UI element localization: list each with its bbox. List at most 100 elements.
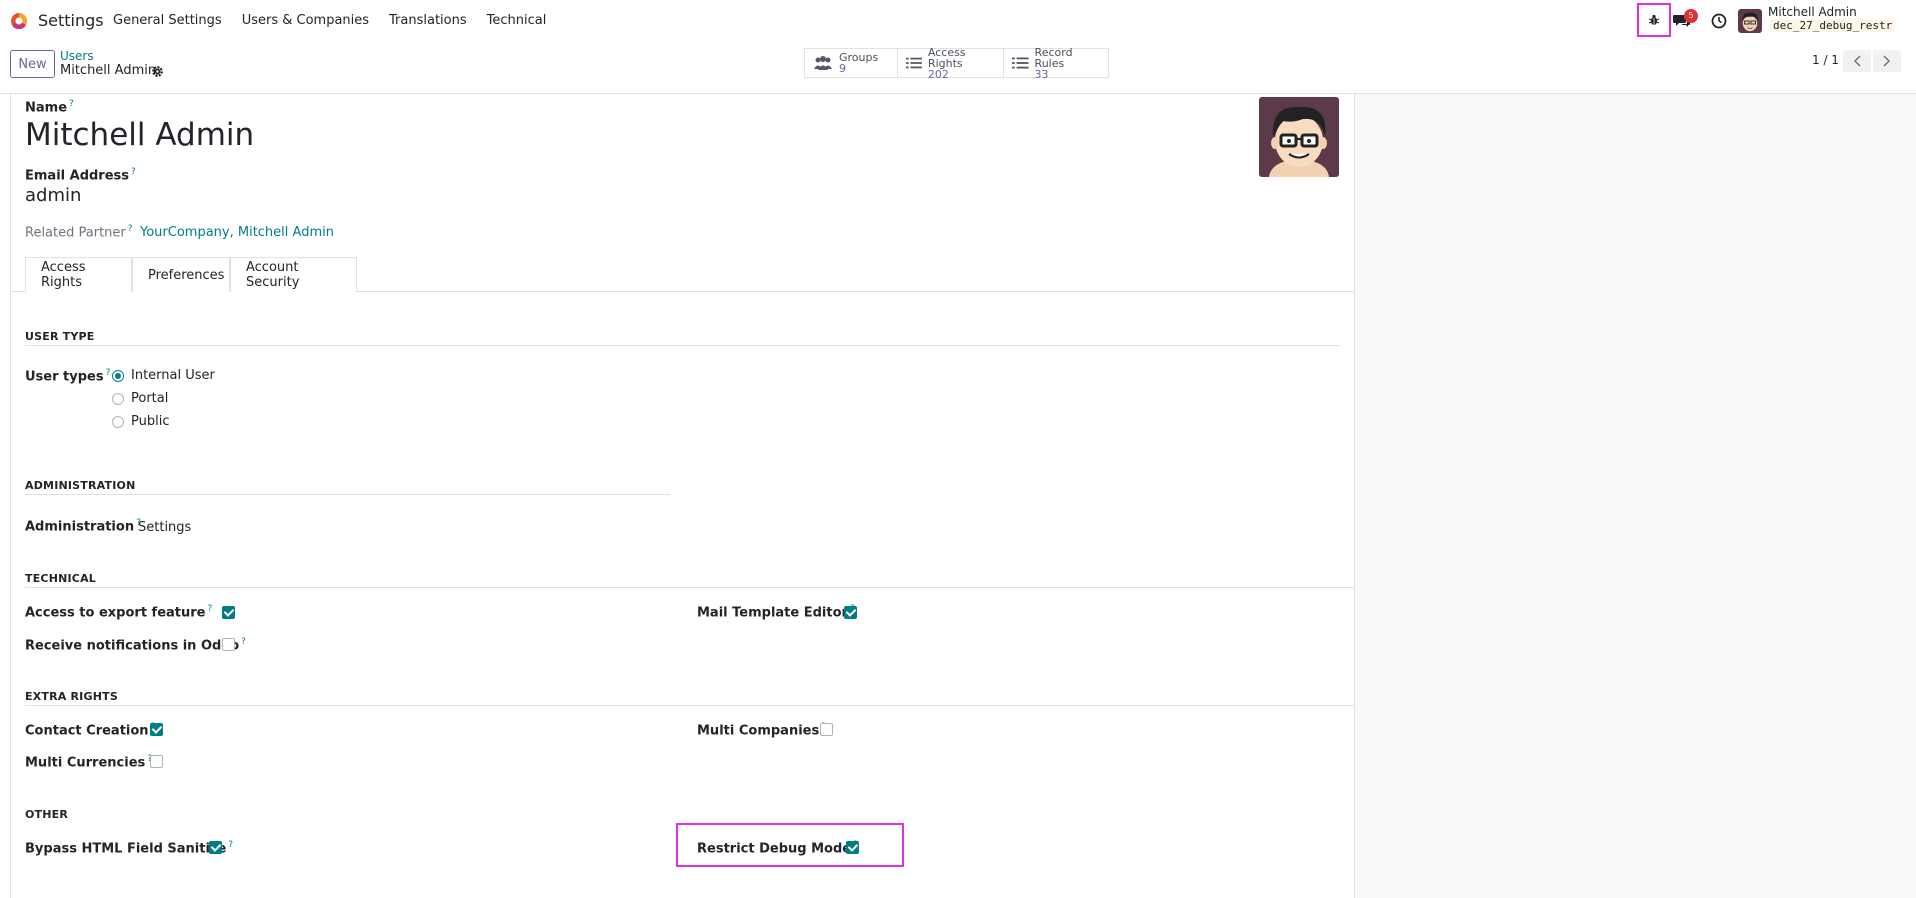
mail-template-editor-label: Mail Template Editor? xyxy=(697,604,855,620)
section-divider xyxy=(25,494,670,495)
menu-general-settings[interactable]: General Settings xyxy=(113,13,222,28)
list-icon xyxy=(1012,57,1029,69)
multi-currencies-checkbox[interactable] xyxy=(150,755,163,768)
mail-template-editor-label-text: Mail Template Editor xyxy=(697,605,848,621)
multi-companies-label: Multi Companies? xyxy=(697,722,826,738)
bypass-html-sanitize-label-text: Bypass HTML Field Sanitize xyxy=(25,841,227,857)
tab-access-rights[interactable]: Access Rights xyxy=(25,257,132,293)
contact-creation-label: Contact Creation? xyxy=(25,722,155,738)
email-field[interactable]: admin xyxy=(25,185,81,206)
main-menu: General Settings Users & Companies Trans… xyxy=(113,13,566,28)
access-rights-count: 202 xyxy=(927,67,949,81)
section-divider xyxy=(25,587,1355,588)
access-rights-button[interactable]: Access Rights 202 xyxy=(898,45,1004,81)
export-feature-label-text: Access to export feature xyxy=(25,605,206,621)
radio-label-public[interactable]: Public xyxy=(131,414,169,429)
record-rules-count: 33 xyxy=(1034,67,1049,81)
mail-template-editor-checkbox[interactable] xyxy=(844,606,857,619)
pager-next-button[interactable] xyxy=(1873,50,1901,72)
form-sheet xyxy=(10,94,1355,898)
administration-label-text: Administration xyxy=(25,519,135,535)
section-extra-rights: EXTRA RIGHTS xyxy=(25,690,118,703)
administration-label: Administration? xyxy=(25,518,141,534)
multi-companies-checkbox[interactable] xyxy=(820,723,833,736)
record-rules-label: Record Rules xyxy=(1034,45,1073,70)
bug-icon xyxy=(1648,14,1660,25)
help-tooltip-icon[interactable]: ? xyxy=(106,368,111,378)
top-navbar: Settings General Settings Users & Compan… xyxy=(0,0,1916,42)
restrict-debug-mode-checkbox[interactable] xyxy=(846,841,859,854)
radio-public[interactable] xyxy=(112,416,124,428)
user-photo[interactable] xyxy=(1259,97,1339,177)
export-feature-checkbox[interactable] xyxy=(222,606,235,619)
section-divider xyxy=(25,705,1355,706)
breadcrumb-users[interactable]: Users xyxy=(60,49,94,63)
form-tabs: Access Rights Preferences Account Securi… xyxy=(10,257,1355,293)
radio-label-portal[interactable]: Portal xyxy=(131,391,168,406)
menu-technical[interactable]: Technical xyxy=(487,13,547,28)
help-tooltip-icon[interactable]: ? xyxy=(128,224,133,234)
clock-icon[interactable] xyxy=(1710,12,1728,30)
section-divider xyxy=(25,345,1340,346)
access-rights-label: Access Rights xyxy=(927,45,966,70)
radio-portal[interactable] xyxy=(112,393,124,405)
section-other: OTHER xyxy=(25,808,69,821)
list-icon xyxy=(906,57,922,69)
user-types-label-text: User types xyxy=(25,369,104,385)
multi-currencies-label-text: Multi Currencies xyxy=(25,755,146,771)
user-types-label: User types? xyxy=(25,368,110,384)
multi-companies-label-text: Multi Companies xyxy=(697,723,820,739)
email-label: Email Address? xyxy=(25,167,136,183)
breadcrumb-current: Mitchell Admin xyxy=(60,63,157,78)
export-feature-label: Access to export feature? xyxy=(25,604,212,620)
section-technical: TECHNICAL xyxy=(25,572,96,585)
radio-internal-user[interactable] xyxy=(112,370,124,382)
help-tooltip-icon[interactable]: ? xyxy=(131,167,136,177)
pager-value[interactable]: 1 / 1 xyxy=(1812,53,1839,67)
restrict-debug-mode-label: Restrict Debug Mode? xyxy=(697,840,858,856)
odoo-app-icon[interactable] xyxy=(10,12,28,30)
tab-account-security[interactable]: Account Security xyxy=(230,257,357,292)
user-name[interactable]: Mitchell Admin xyxy=(1768,5,1857,19)
odoo-notifications-label: Receive notifications in Odoo? xyxy=(25,637,246,653)
odoo-notifications-checkbox[interactable] xyxy=(222,638,235,651)
database-name: dec_27_debug_restr xyxy=(1770,19,1896,32)
multi-currencies-label: Multi Currencies? xyxy=(25,754,152,770)
app-name[interactable]: Settings xyxy=(38,11,104,30)
new-button[interactable]: New xyxy=(10,50,55,78)
groups-button[interactable]: Groups 9 xyxy=(805,49,898,77)
name-label: Name? xyxy=(25,99,74,115)
name-label-text: Name xyxy=(25,100,68,116)
related-partner-label-text: Related Partner xyxy=(25,225,126,241)
menu-translations[interactable]: Translations xyxy=(389,13,467,28)
debug-button[interactable] xyxy=(1637,3,1671,37)
contact-creation-checkbox[interactable] xyxy=(150,723,163,736)
radio-label-internal-user[interactable]: Internal User xyxy=(131,368,215,383)
pager-previous-button[interactable] xyxy=(1843,50,1871,72)
help-tooltip-icon[interactable]: ? xyxy=(69,99,74,109)
section-user-type: USER TYPE xyxy=(25,330,95,343)
section-administration: ADMINISTRATION xyxy=(25,479,136,492)
chevron-left-icon xyxy=(1853,55,1861,67)
name-field[interactable]: Mitchell Admin xyxy=(25,117,254,153)
administration-select[interactable]: Settings xyxy=(138,520,191,535)
help-tooltip-icon[interactable]: ? xyxy=(228,840,233,850)
related-partner-link[interactable]: YourCompany, Mitchell Admin xyxy=(140,225,334,240)
menu-users-companies[interactable]: Users & Companies xyxy=(242,13,369,28)
user-avatar[interactable] xyxy=(1738,9,1762,33)
contact-creation-label-text: Contact Creation xyxy=(25,723,149,739)
help-tooltip-icon[interactable]: ? xyxy=(208,604,213,614)
groups-count: 9 xyxy=(839,62,846,75)
users-icon xyxy=(814,56,832,70)
help-tooltip-icon[interactable]: ? xyxy=(241,637,246,647)
record-rules-button[interactable]: Record Rules 33 xyxy=(1004,45,1108,81)
chevron-right-icon xyxy=(1883,55,1891,67)
gear-icon[interactable] xyxy=(151,65,164,78)
chatter-area xyxy=(1355,94,1916,898)
control-panel: New Users Mitchell Admin Groups 9 Access … xyxy=(0,42,1916,94)
restrict-debug-mode-label-text: Restrict Debug Mode xyxy=(697,841,852,857)
notification-badge: 5 xyxy=(1684,9,1698,23)
bypass-html-sanitize-checkbox[interactable] xyxy=(209,841,222,854)
tab-preferences[interactable]: Preferences xyxy=(132,257,230,292)
odoo-notifications-label-text: Receive notifications in Odoo xyxy=(25,638,240,654)
